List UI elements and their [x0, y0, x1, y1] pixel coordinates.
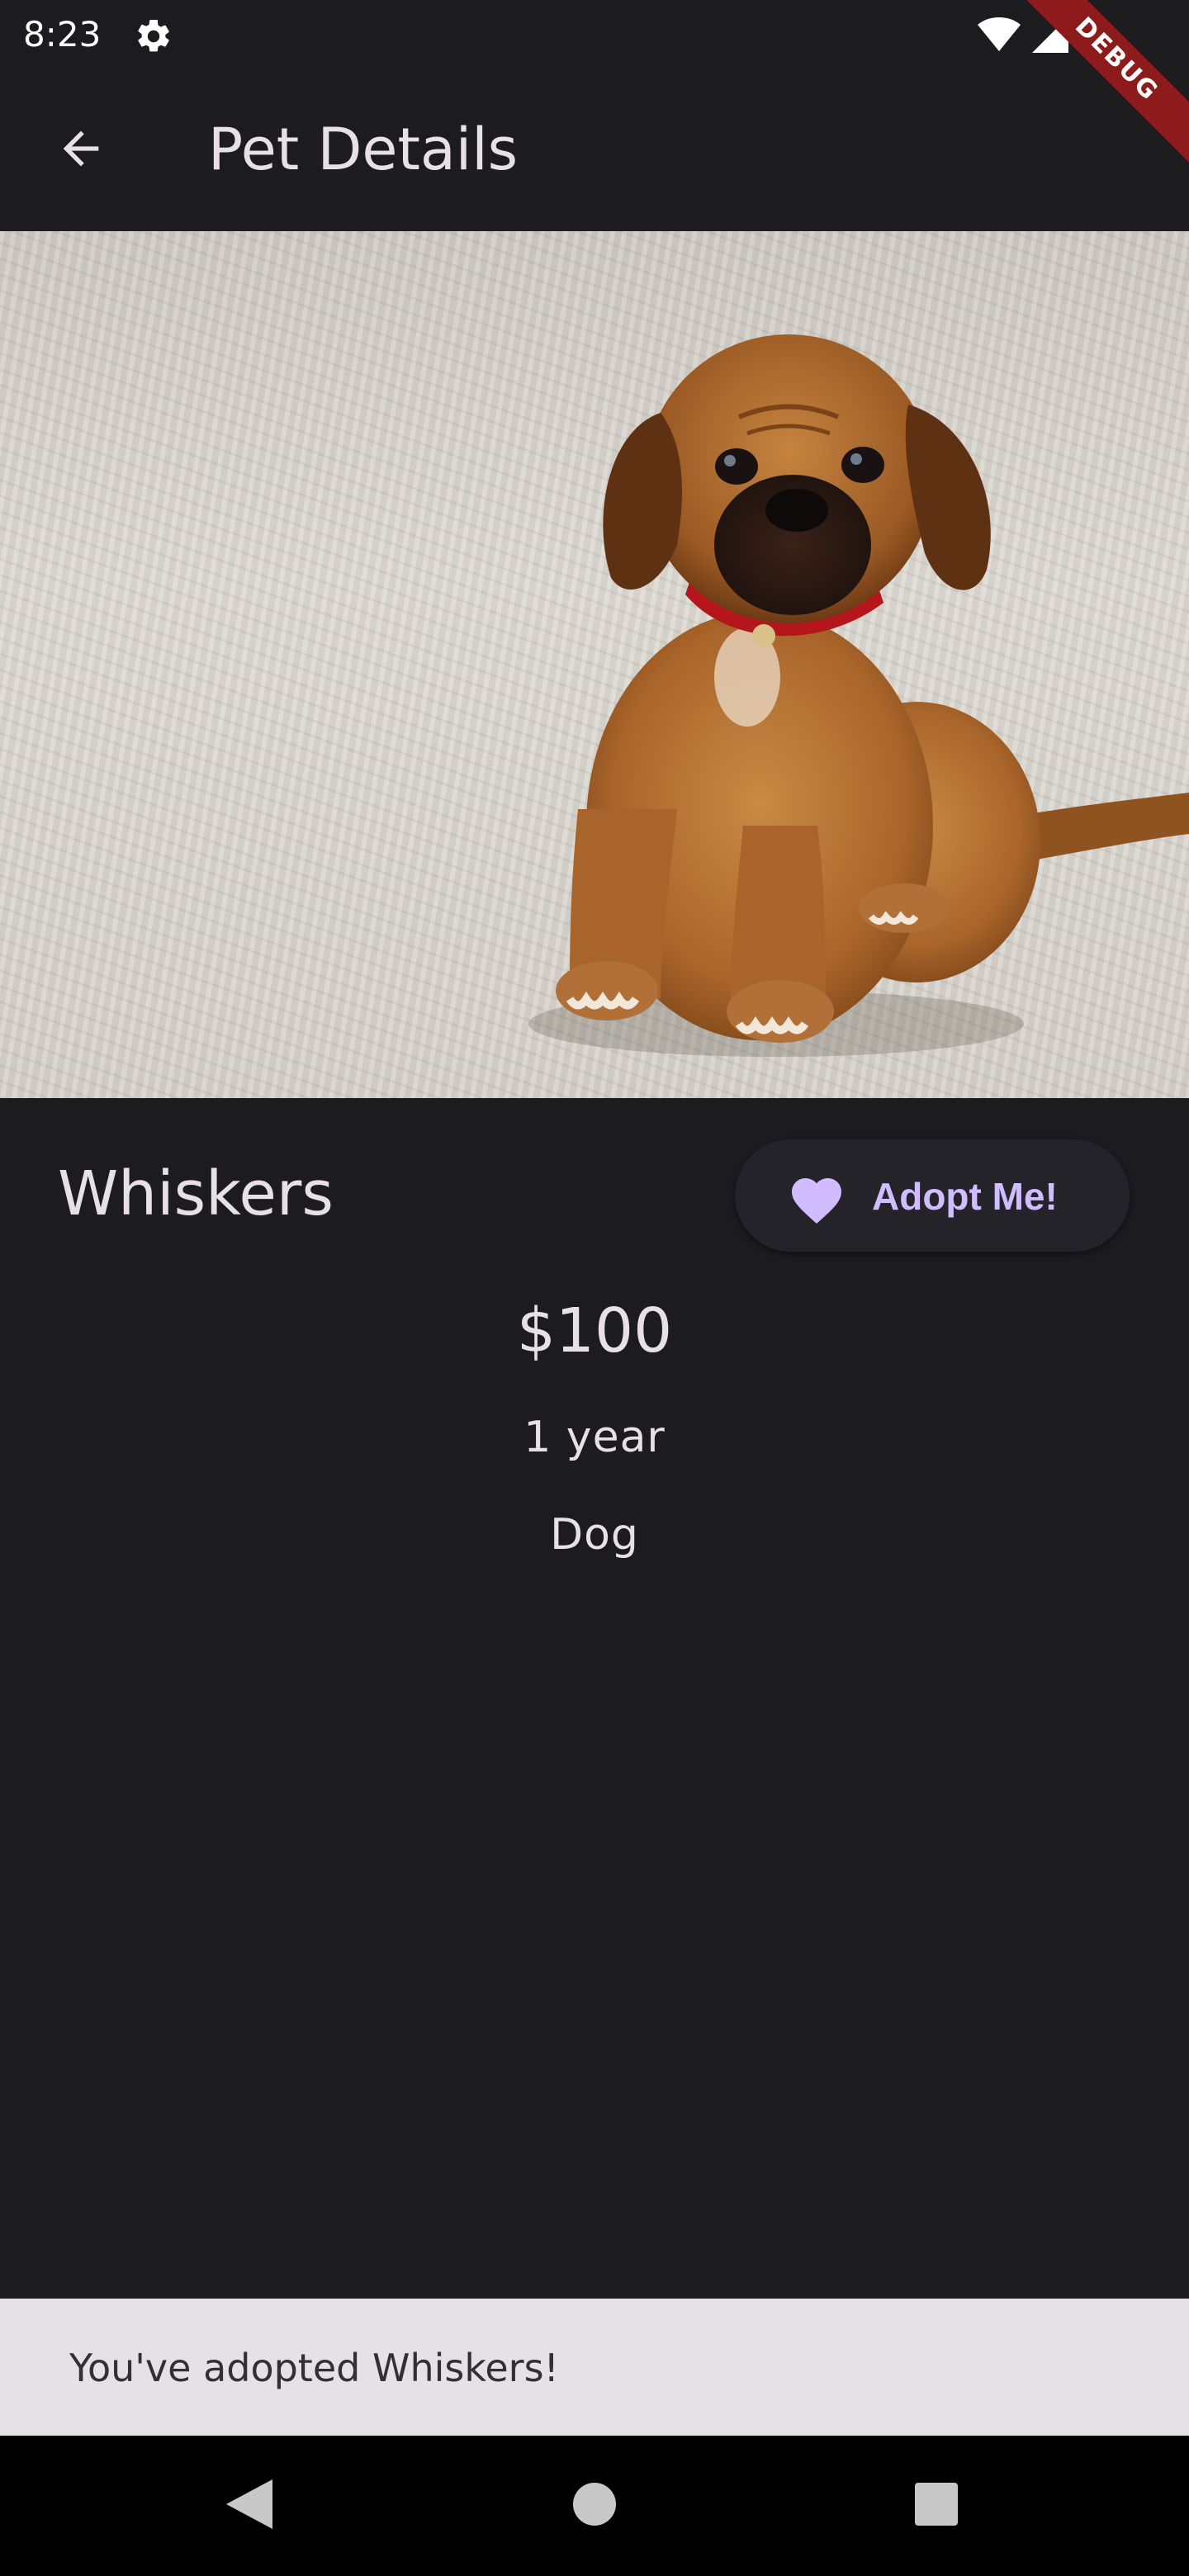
- pet-age: 1 year: [523, 1413, 666, 1462]
- pet-details-screen: 8:23 DEBUG Pet Details Whiskers Adopt Me…: [0, 0, 1189, 2576]
- home-circle-icon: [573, 2482, 616, 2530]
- recents-square-icon: [915, 2482, 958, 2530]
- arrow-back-icon: [54, 122, 107, 179]
- debug-banner: DEBUG: [1007, 0, 1189, 182]
- pet-photo: [0, 231, 1189, 1098]
- debug-banner-label: DEBUG: [1013, 0, 1189, 163]
- back-triangle-icon: [226, 2479, 272, 2533]
- pet-species: Dog: [550, 1510, 639, 1560]
- status-time: 8:23: [23, 14, 102, 54]
- adopt-button-label: Adopt Me!: [872, 1175, 1058, 1218]
- heart-icon: [786, 1171, 847, 1225]
- puppy-illustration: [528, 334, 1189, 1057]
- nav-recents-button[interactable]: [903, 2473, 969, 2539]
- nav-home-button[interactable]: [561, 2473, 628, 2539]
- pet-price: $100: [516, 1295, 673, 1366]
- nav-back-button[interactable]: [216, 2473, 282, 2539]
- pet-name: Whiskers: [58, 1158, 334, 1229]
- page-title: Pet Details: [208, 116, 519, 183]
- system-nav-bar: [0, 2436, 1189, 2576]
- snackbar-message: You've adopted Whiskers!: [69, 2346, 559, 2390]
- snackbar: You've adopted Whiskers!: [0, 2299, 1189, 2436]
- settings-icon: [134, 17, 173, 56]
- adopt-button[interactable]: Adopt Me!: [735, 1139, 1130, 1252]
- back-button[interactable]: [41, 111, 121, 190]
